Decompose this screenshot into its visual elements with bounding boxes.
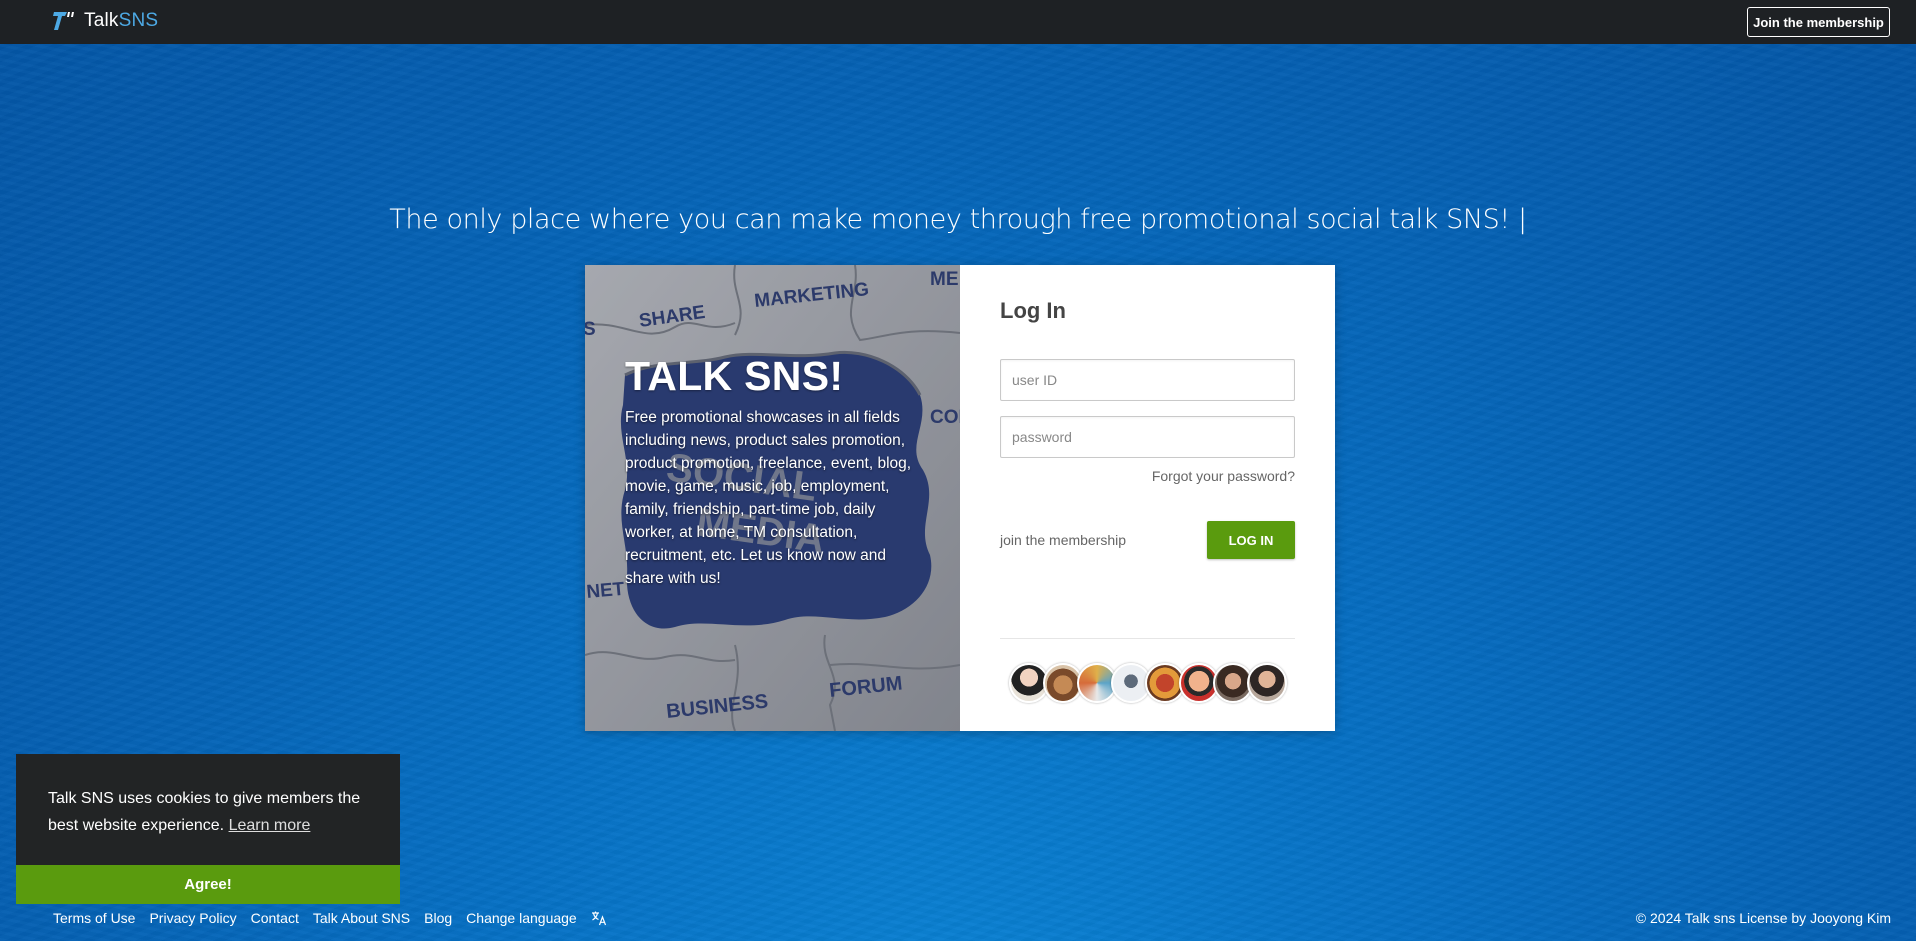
cookie-banner: Talk SNS uses cookies to give members th…: [16, 754, 400, 904]
learn-more-link[interactable]: Learn more: [229, 817, 311, 834]
join-membership-button[interactable]: Join the membership: [1747, 7, 1890, 37]
login-title: Log In: [1000, 298, 1066, 323]
avatar[interactable]: [1247, 663, 1287, 703]
user-id-input[interactable]: [1000, 359, 1295, 401]
login-card: SHARE MARKETING ME COM NET BUSINESS FORU…: [585, 265, 1335, 731]
talksns-logo-icon: [53, 12, 74, 30]
cookie-text: Talk SNS uses cookies to give members th…: [48, 790, 361, 834]
login-button[interactable]: LOG IN: [1207, 521, 1295, 559]
brand-prefix: Talk: [84, 10, 119, 31]
top-navbar: TalkSNS Join the membership: [0, 0, 1916, 44]
promo-panel: SHARE MARKETING ME COM NET BUSINESS FORU…: [585, 265, 960, 731]
copyright: © 2024 Talk sns License by Jooyong Kim: [1635, 910, 1891, 926]
footer-contact-link[interactable]: Contact: [251, 910, 299, 926]
footer-links: Terms of Use Privacy Policy Contact Talk…: [53, 910, 607, 926]
cookie-message: Talk SNS uses cookies to give members th…: [48, 785, 378, 839]
promo-title: TALK SNS!: [625, 353, 844, 399]
password-input[interactable]: [1000, 416, 1295, 458]
join-membership-link[interactable]: join the membership: [1000, 532, 1126, 548]
agree-button[interactable]: Agree!: [16, 865, 400, 904]
brand-accent: SNS: [118, 10, 159, 31]
footer-about-link[interactable]: Talk About SNS: [313, 910, 410, 926]
page-headline: The only place where you can make money …: [389, 204, 1527, 235]
brand-logo[interactable]: TalkSNS: [52, 9, 158, 33]
login-panel: Log In Forgot your password? join the me…: [960, 265, 1335, 731]
footer-blog-link[interactable]: Blog: [424, 910, 452, 926]
translate-icon[interactable]: [591, 910, 607, 926]
footer-language-link[interactable]: Change language: [466, 910, 577, 926]
forgot-password-link[interactable]: Forgot your password?: [1152, 468, 1295, 484]
promo-description: Free promotional showcases in all fields…: [625, 409, 912, 587]
divider: [1000, 638, 1295, 639]
footer-privacy-link[interactable]: Privacy Policy: [149, 910, 236, 926]
footer-terms-link[interactable]: Terms of Use: [53, 910, 135, 926]
brand-name: TalkSNS: [84, 10, 158, 32]
